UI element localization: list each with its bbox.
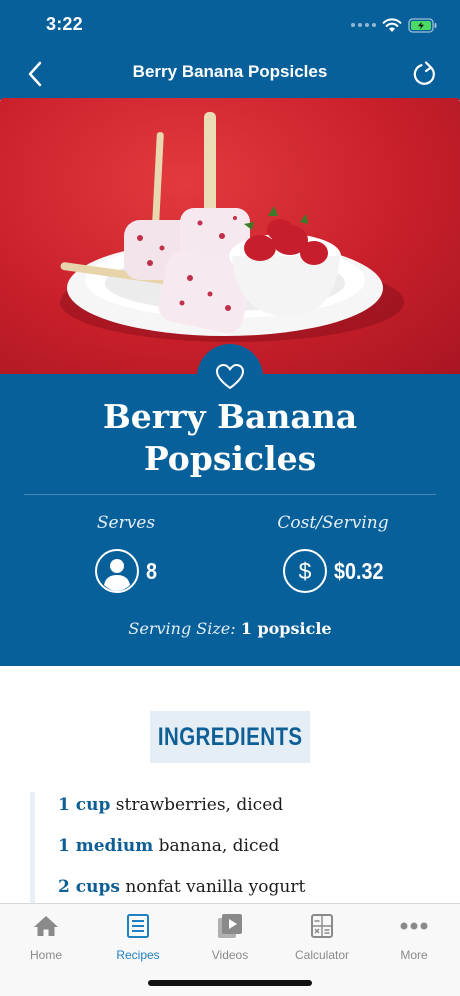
home-icon (32, 912, 60, 940)
calculator-icon (308, 912, 336, 940)
svg-text:$: $ (299, 558, 312, 584)
refresh-button[interactable] (410, 59, 440, 89)
wifi-icon (382, 17, 402, 32)
tab-calculator-label: Calculator (294, 948, 350, 962)
dollar-icon: $ (283, 549, 327, 593)
tab-recipes-label: Recipes (116, 948, 160, 962)
heart-icon (216, 364, 244, 389)
navigation-bar: Berry Banana Popsicles (0, 48, 460, 100)
ingredient-name: banana, diced (158, 836, 280, 856)
tab-home[interactable]: Home (0, 912, 92, 966)
ingredient-item: 1 cup strawberries, diced (58, 795, 283, 815)
serves-label: Serves (96, 513, 156, 533)
back-button[interactable] (20, 59, 50, 89)
tab-videos[interactable]: Videos (184, 912, 276, 966)
ingredient-quantity: 2 cups (58, 877, 120, 897)
ingredient-quantity: 1 cup (58, 795, 111, 815)
cellular-signal-icon (351, 23, 376, 27)
ingredient-quantity: 1 medium (58, 836, 154, 856)
cost-label: Cost/Serving (277, 513, 389, 533)
chevron-left-icon (28, 61, 42, 87)
tab-more-label: More (400, 948, 428, 962)
serves-value: 8 (146, 557, 158, 584)
status-icons (351, 14, 438, 36)
ingredients-title: INGREDIENTS (157, 722, 303, 751)
home-indicator (148, 980, 312, 986)
nav-title: Berry Banana Popsicles (132, 62, 328, 81)
serving-size-label: Serving Size: (128, 619, 236, 638)
recipe-title: Berry Banana Popsicles (102, 397, 358, 478)
serves-stat: 8 (94, 548, 159, 594)
ingredient-item: 2 cups nonfat vanilla yogurt (58, 877, 305, 897)
tab-videos-label: Videos (211, 948, 249, 962)
ingredient-name: nonfat vanilla yogurt (125, 877, 306, 897)
ingredient-list: 1 cup strawberries, diced 1 medium banan… (30, 792, 440, 904)
more-icon (400, 912, 428, 940)
ingredient-name: strawberries, diced (115, 795, 284, 815)
serving-size: Serving Size: 1 popsicle (0, 619, 460, 638)
tab-recipes[interactable]: Recipes (92, 912, 184, 966)
tab-calculator[interactable]: Calculator (276, 912, 368, 966)
serving-size-value: 1 popsicle (240, 619, 332, 638)
status-bar: 3:22 (0, 0, 460, 48)
cost-stat: $ $0.32 (282, 548, 392, 594)
cost-value: $0.32 (334, 557, 384, 584)
battery-charging-icon (408, 17, 437, 33)
refresh-icon (413, 61, 435, 85)
videos-icon (216, 912, 244, 940)
popsicles-photo (60, 112, 404, 342)
recipes-icon (124, 912, 152, 940)
ingredients-header: INGREDIENTS (150, 711, 310, 763)
tab-home-label: Home (29, 948, 62, 962)
person-icon (95, 549, 139, 593)
status-time: 3:22 (46, 14, 83, 34)
divider (24, 494, 436, 495)
recipe-hero-image (0, 98, 460, 374)
ingredient-item: 1 medium banana, diced (58, 836, 279, 856)
tab-more[interactable]: More (368, 912, 460, 966)
